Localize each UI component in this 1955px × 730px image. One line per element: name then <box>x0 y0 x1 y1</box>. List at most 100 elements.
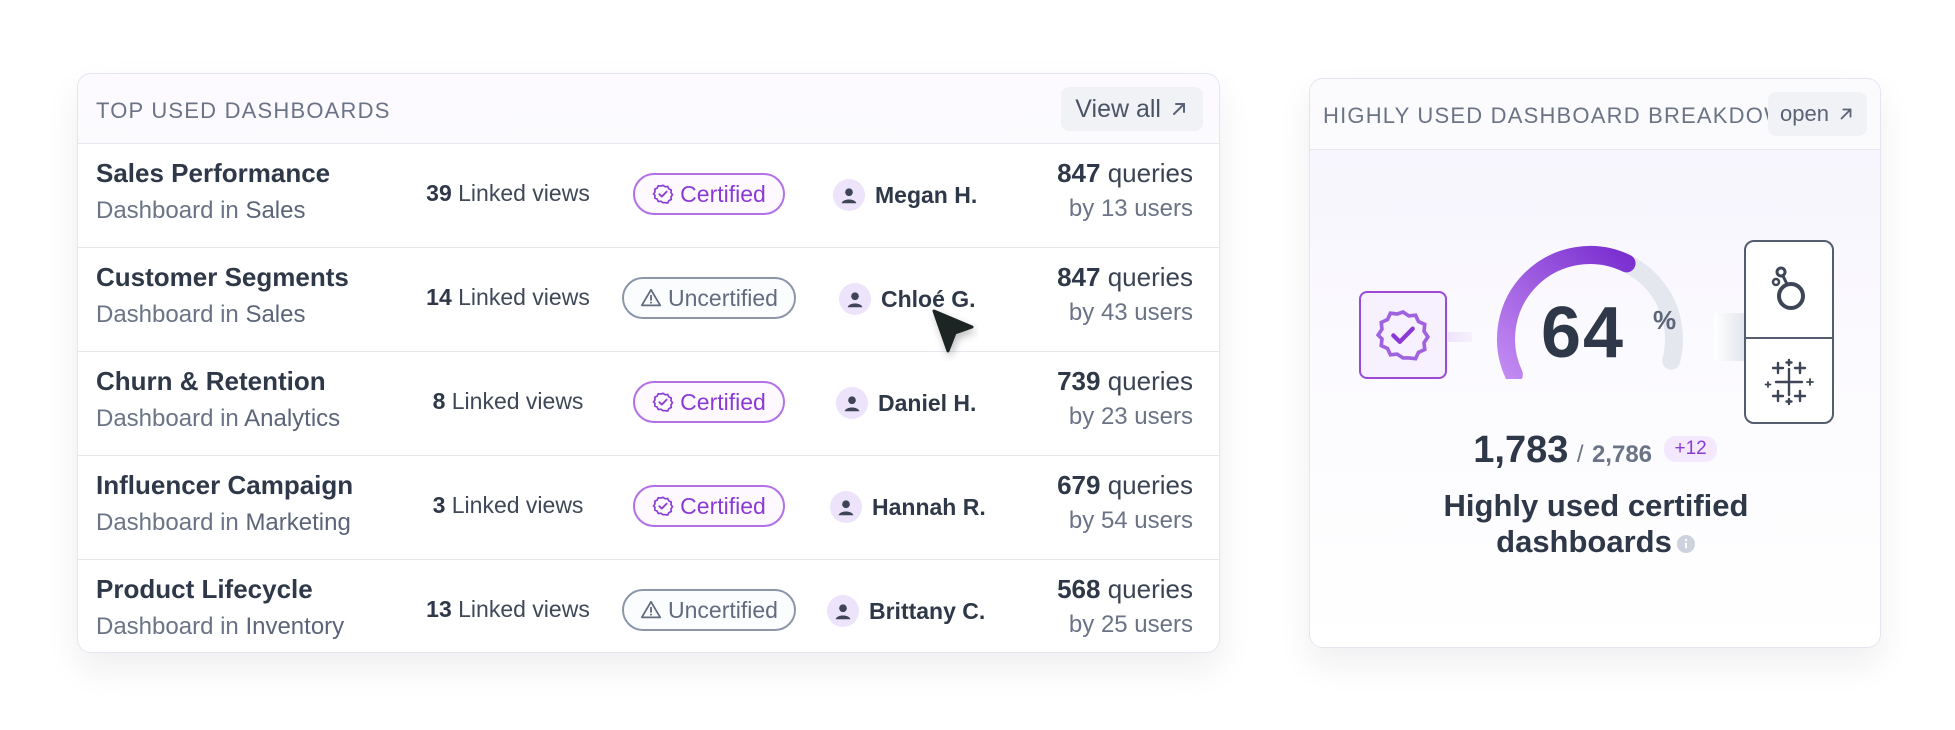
query-count-line: 568 queries <box>1057 574 1193 605</box>
linked-views: 13 Linked views <box>418 596 598 623</box>
owner-name: Megan H. <box>875 181 978 208</box>
table-row[interactable]: Customer Segments Dashboard in Sales 14 … <box>78 248 1219 352</box>
query-count-line: 679 queries <box>1057 470 1193 501</box>
avatar <box>827 595 859 627</box>
card-title: TOP USED DASHBOARDS <box>96 98 391 123</box>
status-label: Certified <box>680 180 766 207</box>
check-circle-icon <box>652 184 674 204</box>
certified-tile <box>1359 291 1447 379</box>
linked-views-label: Linked views <box>458 180 590 206</box>
card-title: HIGHLY USED DASHBOARD BREAKDOWN <box>1323 103 1773 128</box>
linked-views-label: Linked views <box>458 596 590 622</box>
count-value: 1,783 <box>1473 429 1569 471</box>
check-circle-icon <box>652 496 674 516</box>
dashboard-category: Marketing <box>245 509 351 536</box>
status-badge: Certified <box>633 381 785 423</box>
looker-logo-icon <box>1771 266 1805 310</box>
owner[interactable]: Daniel H. <box>836 387 976 419</box>
linked-views: 3 Linked views <box>418 492 598 519</box>
user-avatar-icon <box>841 188 857 204</box>
query-stats: 847 queries by 43 users <box>1057 262 1193 327</box>
query-count-line: 847 queries <box>1057 262 1193 293</box>
dashboard-location: Dashboard in Sales <box>96 301 305 329</box>
query-label: queries <box>1107 366 1193 396</box>
gauge-unit: % <box>1653 305 1677 335</box>
status-label: Certified <box>680 492 766 519</box>
breakdown-caption: Highly used certified dashboards <box>1370 488 1822 560</box>
table-row[interactable]: Sales Performance Dashboard in Sales 39 … <box>78 144 1219 248</box>
open-button[interactable]: open <box>1768 92 1867 136</box>
location-prefix: Dashboard in <box>96 613 239 640</box>
query-label: queries <box>1107 574 1193 604</box>
query-label: queries <box>1107 262 1193 292</box>
query-label: queries <box>1107 470 1193 500</box>
mouse-cursor-icon <box>932 309 974 353</box>
table-row[interactable]: Influencer Campaign Dashboard in Marketi… <box>78 456 1219 560</box>
owner[interactable]: Brittany C. <box>827 595 985 627</box>
dashboard-location: Dashboard in Marketing <box>96 509 351 537</box>
linked-views: 14 Linked views <box>418 284 598 311</box>
connector <box>1714 313 1744 361</box>
owner[interactable]: Megan H. <box>833 179 977 211</box>
status-badge: Uncertified <box>622 277 796 319</box>
query-stats: 739 queries by 23 users <box>1057 366 1193 431</box>
status-label: Uncertified <box>668 284 778 311</box>
dashboard-name[interactable]: Product Lifecycle <box>96 574 313 605</box>
certified-seal-icon <box>1375 310 1431 361</box>
warning-triangle-icon <box>640 288 662 307</box>
dashboard-category: Sales <box>245 301 306 328</box>
location-prefix: Dashboard in <box>96 301 239 328</box>
connector <box>1448 332 1472 342</box>
linked-views: 39 Linked views <box>418 180 598 207</box>
warning-triangle-icon <box>640 600 662 619</box>
user-avatar-icon <box>847 292 863 308</box>
query-count: 568 <box>1057 574 1101 604</box>
dashboard-location: Dashboard in Analytics <box>96 405 340 433</box>
count-separator: / <box>1576 441 1584 468</box>
dashboard-location: Dashboard in Inventory <box>96 613 344 641</box>
tool-stack <box>1744 240 1834 424</box>
location-prefix: Dashboard in <box>96 405 239 432</box>
caption-line-1: Highly used certified <box>1443 488 1749 523</box>
linked-views-count: 14 <box>426 284 452 310</box>
query-stats: 568 queries by 25 users <box>1057 574 1193 639</box>
check-circle-icon <box>652 392 674 412</box>
owner[interactable]: Hannah R. <box>830 491 986 523</box>
linked-views-count: 8 <box>432 388 446 414</box>
caption-line-2-wrap: dashboards <box>1370 524 1822 560</box>
query-stats: 847 queries by 13 users <box>1057 158 1193 223</box>
linked-views-label: Linked views <box>458 284 590 310</box>
certified-count: 1,783 / 2,786 +12 <box>1310 429 1880 472</box>
table-row[interactable]: Churn & Retention Dashboard in Analytics… <box>78 352 1219 456</box>
linked-views-count: 3 <box>432 492 446 518</box>
query-count: 847 <box>1057 262 1101 292</box>
dashboard-name[interactable]: Churn & Retention <box>96 366 326 397</box>
status-badge: Certified <box>633 485 785 527</box>
breakdown-body: 64 % 1,783 / 2,786 +12 Highly used certi… <box>1310 150 1880 647</box>
linked-views-label: Linked views <box>451 492 584 518</box>
linked-views-label: Linked views <box>451 388 584 414</box>
location-prefix: Dashboard in <box>96 509 239 536</box>
view-all-label: View all <box>1075 94 1161 123</box>
avatar <box>830 491 862 523</box>
dashboard-name[interactable]: Influencer Campaign <box>96 470 353 501</box>
dashboard-name[interactable]: Customer Segments <box>96 262 349 293</box>
table-row[interactable]: Product Lifecycle Dashboard in Inventory… <box>78 560 1219 652</box>
avatar <box>839 283 871 315</box>
top-used-dashboards-card: TOP USED DASHBOARDS View all Sales Perfo… <box>77 73 1220 653</box>
query-label: queries <box>1107 158 1193 188</box>
owner-name: Hannah R. <box>872 493 986 520</box>
tool-tableau[interactable] <box>1746 339 1832 422</box>
user-count: by 25 users <box>1068 611 1193 638</box>
view-all-button[interactable]: View all <box>1061 87 1203 131</box>
query-count: 679 <box>1057 470 1101 500</box>
card-header: TOP USED DASHBOARDS View all <box>78 74 1219 144</box>
info-icon[interactable] <box>1676 534 1696 554</box>
linked-views-count: 13 <box>426 596 452 622</box>
tool-looker[interactable] <box>1746 242 1832 339</box>
gauge-value: 64 <box>1541 293 1626 373</box>
status-badge: Certified <box>633 173 785 215</box>
user-avatar-icon <box>835 604 851 620</box>
dashboard-name[interactable]: Sales Performance <box>96 158 330 189</box>
tableau-logo-icon <box>1764 358 1814 405</box>
